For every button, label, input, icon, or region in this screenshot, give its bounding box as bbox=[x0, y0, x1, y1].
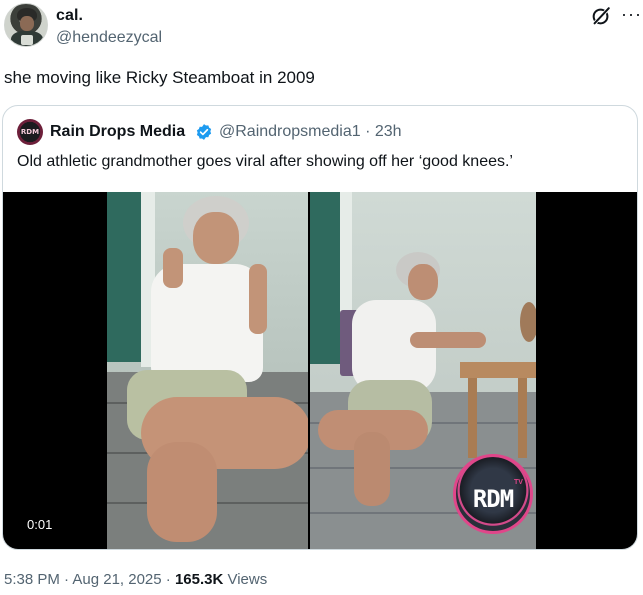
grok-icon[interactable] bbox=[590, 5, 612, 27]
rdm-watermark-logo: RDM TV bbox=[453, 454, 533, 534]
video-player[interactable]: RDM TV 0:01 bbox=[3, 192, 637, 549]
video-frame-left bbox=[107, 192, 308, 549]
quoted-avatar[interactable]: RDM bbox=[17, 119, 43, 145]
more-icon[interactable]: ··· bbox=[621, 3, 641, 25]
tweet-datetime[interactable]: 5:38 PM · Aug 21, 2025 · bbox=[4, 571, 175, 588]
watermark-text: RDM bbox=[472, 485, 514, 513]
tweet-text: she moving like Ricky Steamboat in 2009 bbox=[4, 68, 315, 87]
author-avatar[interactable] bbox=[4, 3, 48, 47]
watermark-subtext: TV bbox=[514, 479, 523, 486]
quoted-handle-time[interactable]: @Raindropsmedia1 · 23h bbox=[219, 123, 402, 141]
author-display-name[interactable]: cal. bbox=[56, 7, 83, 25]
video-time-badge: 0:01 bbox=[21, 515, 59, 535]
tweet-header: cal. @hendeezycal ··· bbox=[4, 3, 641, 51]
quoted-text: Old athletic grandmother goes viral afte… bbox=[17, 153, 513, 170]
author-handle[interactable]: @hendeezycal bbox=[56, 29, 162, 47]
views-count: 165.3K bbox=[174, 571, 224, 588]
verified-icon bbox=[196, 124, 212, 140]
views-label: Views bbox=[223, 571, 268, 588]
tweet-meta: 5:38 PM · Aug 21, 2025 · 165.3K Views bbox=[4, 571, 267, 588]
quoted-tweet[interactable]: RDM Rain Drops Media @Raindropsmedia1 · … bbox=[2, 105, 638, 550]
quoted-display-name[interactable]: Rain Drops Media bbox=[50, 123, 185, 141]
